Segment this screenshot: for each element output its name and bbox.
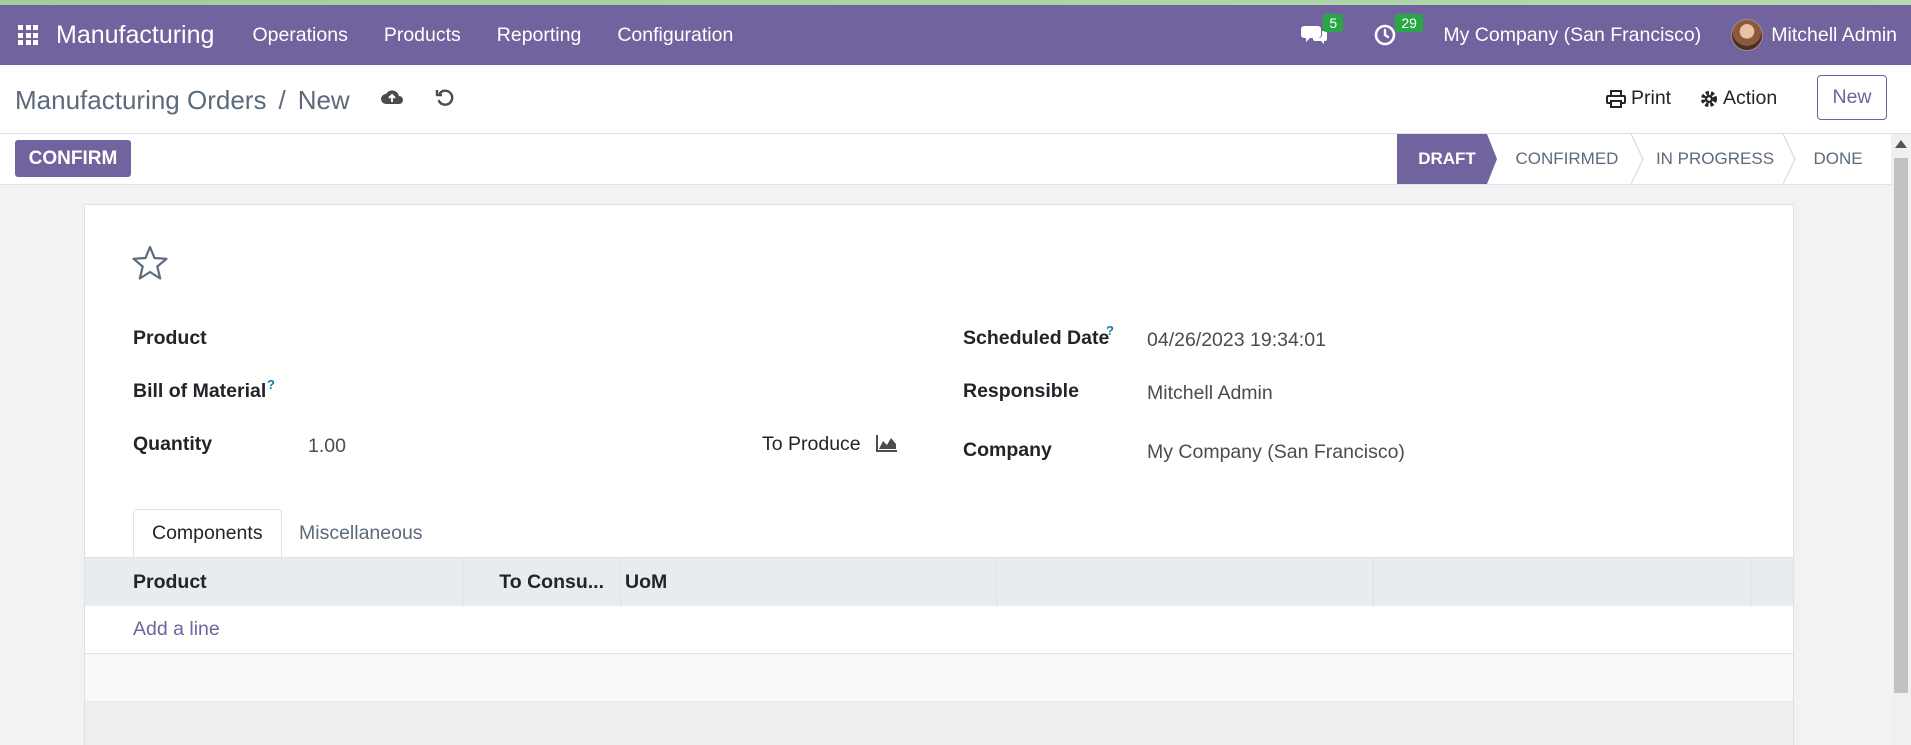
components-table-header: Product To Consu... UoM <box>85 557 1793 607</box>
tab-miscellaneous[interactable]: Miscellaneous <box>281 509 441 557</box>
tab-components[interactable]: Components <box>133 509 282 557</box>
stage-in-progress[interactable]: IN PROGRESS <box>1642 134 1788 184</box>
menu-products[interactable]: Products <box>366 24 479 47</box>
clock-icon <box>1375 24 1396 46</box>
apps-grid-icon[interactable] <box>18 25 38 45</box>
user-menu[interactable]: Mitchell Admin <box>1771 24 1897 47</box>
confirm-button[interactable]: CONFIRM <box>15 140 131 177</box>
company-label: Company <box>963 439 1052 461</box>
messages-badge: 5 <box>1323 14 1344 32</box>
scheduled-date-input[interactable]: 04/26/2023 19:34:01 <box>1147 329 1326 352</box>
priority-star-icon[interactable] <box>131 245 169 281</box>
print-label: Print <box>1631 87 1672 109</box>
app-brand[interactable]: Manufacturing <box>56 21 214 50</box>
control-panel: Manufacturing Orders / New Print Action … <box>0 65 1911 134</box>
column-blank <box>997 558 1374 607</box>
status-bar: CONFIRM DRAFT CONFIRMED IN PROGRESS DONE <box>0 134 1911 185</box>
messages-button[interactable]: 5 <box>1301 14 1344 47</box>
column-uom[interactable]: UoM <box>621 558 997 607</box>
column-blank <box>1374 558 1751 607</box>
column-to-consume[interactable]: To Consu... <box>463 558 621 607</box>
quantity-label: Quantity <box>133 433 213 455</box>
printer-icon <box>1606 89 1626 108</box>
scheduled-date-help-tooltip[interactable]: ? <box>1106 323 1114 338</box>
user-avatar[interactable] <box>1731 19 1764 51</box>
company-switcher[interactable]: My Company (San Francisco) <box>1443 24 1701 47</box>
bom-label: Bill of Material <box>133 380 267 402</box>
stage-done[interactable]: DONE <box>1800 134 1876 184</box>
print-button[interactable]: Print <box>1606 87 1671 110</box>
breadcrumb-parent[interactable]: Manufacturing Orders <box>15 85 266 116</box>
responsible-input[interactable]: Mitchell Admin <box>1147 382 1273 405</box>
gear-icon <box>1701 90 1717 107</box>
form-sheet: Product Bill of Material ? Quantity 1.00… <box>84 204 1794 745</box>
save-cloud-icon[interactable] <box>380 88 404 108</box>
table-footer <box>85 702 1793 745</box>
breadcrumb: Manufacturing Orders / New <box>15 85 350 116</box>
scroll-up-arrow[interactable] <box>1895 140 1907 148</box>
empty-row <box>85 654 1793 702</box>
to-produce-label: To Produce <box>762 433 861 455</box>
breadcrumb-current: New <box>297 85 350 115</box>
stage-confirmed[interactable]: CONFIRMED <box>1497 134 1637 184</box>
responsible-label: Responsible <box>963 380 1079 402</box>
new-record-button[interactable]: New <box>1817 75 1887 120</box>
activities-button[interactable]: 29 <box>1373 14 1423 47</box>
add-line-row: Add a line <box>85 606 1793 654</box>
menu-configuration[interactable]: Configuration <box>599 24 751 47</box>
breadcrumb-separator: / <box>278 85 286 115</box>
column-product[interactable]: Product <box>85 558 463 607</box>
scrollbar-thumb[interactable] <box>1894 158 1908 693</box>
quantity-input[interactable]: 1.00 <box>308 435 346 458</box>
scheduled-date-label: Scheduled Date <box>963 327 1110 349</box>
action-button[interactable]: Action <box>1700 87 1777 110</box>
stage-draft[interactable]: DRAFT <box>1397 134 1497 184</box>
area-chart-icon[interactable] <box>875 433 899 453</box>
bom-help-tooltip[interactable]: ? <box>267 377 275 392</box>
action-label: Action <box>1723 87 1778 109</box>
menu-operations[interactable]: Operations <box>234 24 365 47</box>
activities-badge: 29 <box>1395 14 1423 32</box>
add-line-link[interactable]: Add a line <box>133 618 220 641</box>
stage-separator <box>1782 134 1796 184</box>
menu-reporting[interactable]: Reporting <box>479 24 600 47</box>
main-navbar: Manufacturing Operations Products Report… <box>0 5 1911 65</box>
product-label: Product <box>133 327 207 349</box>
company-input[interactable]: My Company (San Francisco) <box>1147 441 1405 464</box>
discard-undo-icon[interactable] <box>435 88 455 108</box>
